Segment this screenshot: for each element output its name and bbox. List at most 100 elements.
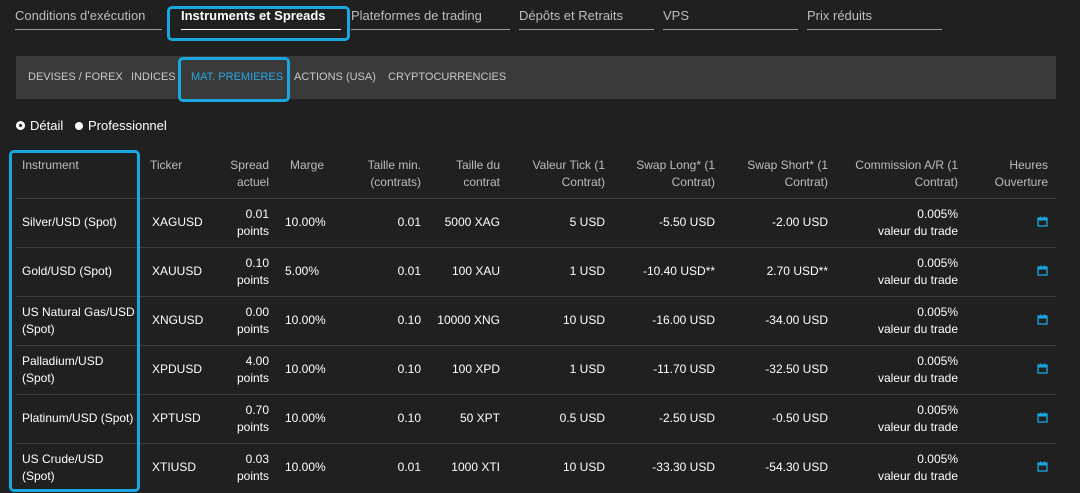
cell-instrument: Silver/USD (Spot) [22, 214, 142, 231]
col-swap-short[interactable]: Swap Short* (1 Contrat) [725, 157, 828, 191]
tab-plateformes-trading[interactable]: Plateformes de trading [351, 8, 510, 30]
cell-commission: 0.005% valeur du trade [840, 353, 958, 387]
subtab-devises-forex[interactable]: DEVISES / FOREX [28, 71, 123, 83]
cell-line: 0.01 [245, 207, 269, 221]
cell-line: 10000 XNG [437, 313, 500, 327]
cell-line: 0.005% [917, 305, 958, 319]
cell-spread: 0.01 points [219, 206, 269, 240]
cell-taille-contrat: 10000 XNG [420, 312, 500, 329]
cell-line: Platinum/USD (Spot) [22, 411, 134, 425]
subtab-mat-premieres[interactable]: MAT. PREMIERES [191, 71, 283, 83]
tab-vps[interactable]: VPS [663, 8, 798, 30]
cell-commission: 0.005% valeur du trade [840, 206, 958, 240]
tab-depots-retraits[interactable]: Dépôts et Retraits [519, 8, 654, 30]
cell-taille-min: 0.01 [340, 263, 421, 280]
header-line: Commission A/R (1 [855, 158, 958, 172]
col-heures-ouverture[interactable]: Heures Ouverture [975, 157, 1048, 191]
cell-line: 0.005% [917, 256, 958, 270]
subtab-actions-usa[interactable]: ACTIONS (USA) [294, 71, 376, 83]
col-taille-contrat[interactable]: Taille du contrat [430, 157, 500, 191]
header-line: Valeur Tick (1 [532, 158, 605, 172]
radio-label: Professionnel [88, 118, 167, 133]
cell-swap-short: -34.00 USD [725, 312, 828, 329]
cell-line: -11.70 USD [653, 362, 715, 376]
tab-instruments-spreads[interactable]: Instruments et Spreads [181, 8, 341, 30]
cell-instrument: US Crude/USD (Spot) [22, 451, 142, 485]
tab-prix-reduits[interactable]: Prix réduits [807, 8, 942, 30]
cell-line: 0.70 [245, 403, 269, 417]
col-ticker[interactable]: Ticker [150, 157, 182, 174]
radio-selected-icon [16, 121, 25, 130]
cell-commission: 0.005% valeur du trade [840, 304, 958, 338]
tab-label: Conditions d'exécution [15, 8, 146, 23]
tab-conditions-execution[interactable]: Conditions d'exécution [15, 8, 162, 30]
radio-professionnel[interactable]: Professionnel [75, 118, 167, 133]
header-line: Contrat) [784, 175, 828, 189]
calendar-icon[interactable] [1037, 412, 1048, 423]
cell-line: 1 USD [569, 362, 605, 376]
cell-taille-min: 0.10 [340, 361, 421, 378]
cell-line: 0.005% [917, 354, 958, 368]
subtab-cryptocurrencies[interactable]: CRYPTOCURRENCIES [388, 71, 506, 83]
cell-valeur-tick: 5 USD [510, 214, 605, 231]
col-commission[interactable]: Commission A/R (1 Contrat) [840, 157, 958, 191]
cell-valeur-tick: 1 USD [510, 263, 605, 280]
cell-valeur-tick: 10 USD [510, 459, 605, 476]
header-line: Contrat) [561, 175, 605, 189]
col-marge[interactable]: Marge [290, 157, 324, 174]
cell-line: 5.00% [285, 264, 320, 278]
cell-ticker: XPTUSD [152, 410, 202, 427]
cell-swap-long: -11.70 USD [615, 361, 715, 378]
cell-line: points [236, 224, 269, 238]
calendar-icon[interactable] [1037, 216, 1048, 227]
cell-swap-long: -16.00 USD [615, 312, 715, 329]
cell-line: 4.00 [245, 354, 269, 368]
radio-label: Détail [30, 118, 64, 133]
cell-taille-min: 0.01 [340, 459, 421, 476]
cell-taille-contrat: 100 XPD [420, 361, 500, 378]
cell-line: 10 USD [562, 313, 605, 327]
cell-line: 100 XAU [451, 264, 500, 278]
radio-detail[interactable]: Détail [16, 118, 63, 133]
calendar-icon[interactable] [1037, 461, 1048, 472]
cell-line: -32.50 USD [765, 362, 828, 376]
cell-line: 0.03 [245, 452, 269, 466]
cell-taille-min: 0.01 [340, 214, 421, 231]
col-taille-min[interactable]: Taille min. (contrats) [340, 157, 421, 191]
header-line: Contrat) [914, 175, 958, 189]
cell-commission: 0.005% valeur du trade [840, 402, 958, 436]
cell-line: 0.01 [397, 460, 421, 474]
cell-instrument: US Natural Gas/USD (Spot) [22, 304, 142, 338]
cell-swap-long: -33.30 USD [615, 459, 715, 476]
cell-line: valeur du trade [877, 273, 958, 287]
col-swap-long[interactable]: Swap Long* (1 Contrat) [615, 157, 715, 191]
cell-line: Silver/USD (Spot) [22, 215, 117, 229]
col-spread[interactable]: Spread actuel [219, 157, 269, 191]
cell-line: 50 XPT [459, 411, 500, 425]
calendar-icon[interactable] [1037, 363, 1048, 374]
cell-line: valeur du trade [877, 224, 958, 238]
cell-line: 0.5 USD [559, 411, 605, 425]
cell-taille-contrat: 50 XPT [420, 410, 500, 427]
col-instrument[interactable]: Instrument [22, 157, 79, 174]
cell-marge: 10.00% [285, 410, 335, 427]
cell-line: (Spot) [22, 371, 55, 385]
cell-line: 10.00% [285, 362, 326, 376]
cell-taille-min: 0.10 [340, 410, 421, 427]
col-valeur-tick[interactable]: Valeur Tick (1 Contrat) [510, 157, 605, 191]
subtab-indices[interactable]: INDICES [131, 71, 176, 83]
cell-marge: 10.00% [285, 361, 335, 378]
cell-taille-contrat: 100 XAU [420, 263, 500, 280]
header-line: Contrat) [671, 175, 715, 189]
cell-line: 0.10 [245, 256, 269, 270]
cell-line: 0.005% [917, 452, 958, 466]
header-line: Ticker [150, 158, 183, 172]
calendar-icon[interactable] [1037, 265, 1048, 276]
calendar-icon[interactable] [1037, 314, 1048, 325]
cell-line: valeur du trade [877, 469, 958, 483]
cell-taille-contrat: 1000 XTI [420, 459, 500, 476]
cell-line: 0.10 [397, 411, 421, 425]
cell-line: 1000 XTI [451, 460, 500, 474]
cell-line: -34.00 USD [765, 313, 828, 327]
header-line: (contrats) [370, 175, 421, 189]
